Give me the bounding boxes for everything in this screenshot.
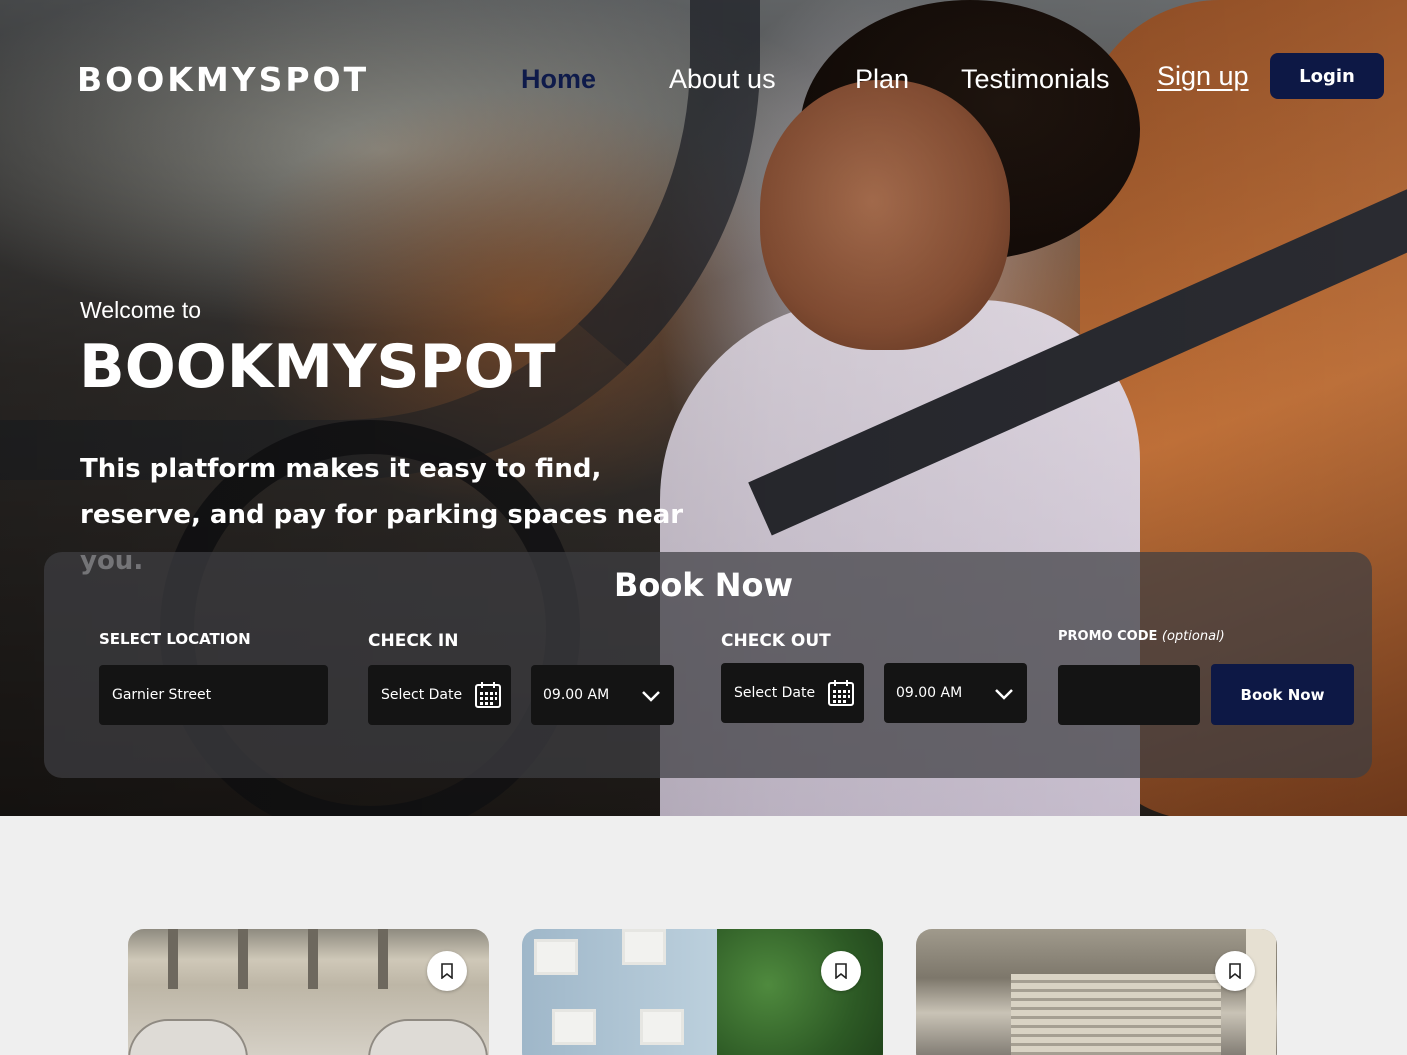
login-button[interactable]: Login: [1270, 53, 1384, 99]
promo-label-text: PROMO CODE: [1058, 629, 1158, 644]
chevron-down-icon: [642, 691, 660, 702]
book-now-button[interactable]: Book Now: [1211, 664, 1354, 725]
card-photo-pillar: [1246, 929, 1276, 1055]
checkin-date-picker[interactable]: Select Date: [368, 665, 511, 725]
checkin-date-value: Select Date: [381, 687, 463, 703]
checkout-label: CHECK OUT: [721, 631, 831, 651]
site-logo[interactable]: BOOKMYSPOT: [77, 60, 369, 99]
card-photo-beam: [378, 929, 388, 989]
calendar-icon: [828, 680, 854, 706]
checkout-date-value: Select Date: [734, 685, 816, 701]
bookmark-icon: [441, 963, 453, 979]
bookmark-button[interactable]: [821, 951, 861, 991]
card-photo-car: [128, 1019, 248, 1055]
calendar-icon: [475, 682, 501, 708]
promo-optional-text: (optional): [1161, 629, 1225, 644]
signup-link[interactable]: Sign up: [1157, 61, 1249, 92]
checkout-date-picker[interactable]: Select Date: [721, 663, 864, 723]
bookmark-button[interactable]: [1215, 951, 1255, 991]
location-value: Garnier Street: [112, 687, 212, 703]
nav-link-home[interactable]: Home: [521, 64, 596, 95]
parking-card[interactable]: [522, 929, 883, 1055]
checkin-time-value: 09.00 AM: [543, 687, 610, 703]
card-photo-garage-door: [1011, 974, 1221, 1055]
checkin-label: CHECK IN: [368, 631, 459, 651]
card-photo-window: [640, 1009, 684, 1045]
booking-title: Book Now: [613, 566, 794, 604]
card-photo-beam: [168, 929, 178, 989]
card-photo-beam: [238, 929, 248, 989]
parking-card[interactable]: [916, 929, 1277, 1055]
nav-link-plan[interactable]: Plan: [855, 64, 909, 95]
card-photo-window: [622, 929, 666, 965]
card-photo-tree: [717, 929, 883, 1055]
card-photo-window: [552, 1009, 596, 1045]
nav-link-about-us[interactable]: About us: [669, 64, 776, 95]
hero-welcome-text: Welcome to: [80, 297, 202, 323]
nav-link-testimonials[interactable]: Testimonials: [961, 64, 1110, 95]
bookmark-icon: [835, 963, 847, 979]
hero-title: BOOKMYSPOT: [79, 332, 556, 402]
checkout-time-select[interactable]: 09.00 AM: [884, 663, 1027, 723]
location-label: SELECT LOCATION: [99, 630, 251, 648]
bookmark-button[interactable]: [427, 951, 467, 991]
promo-code-input[interactable]: [1058, 665, 1200, 725]
chevron-down-icon: [995, 689, 1013, 700]
card-photo-window: [534, 939, 578, 975]
bookmark-icon: [1229, 963, 1241, 979]
parking-card[interactable]: [128, 929, 489, 1055]
checkout-time-value: 09.00 AM: [896, 685, 963, 701]
card-photo-beam: [308, 929, 318, 989]
promo-label: PROMO CODE (optional): [1058, 629, 1225, 644]
card-photo-car: [368, 1019, 488, 1055]
location-field[interactable]: Garnier Street: [99, 665, 328, 725]
checkin-time-select[interactable]: 09.00 AM: [531, 665, 674, 725]
